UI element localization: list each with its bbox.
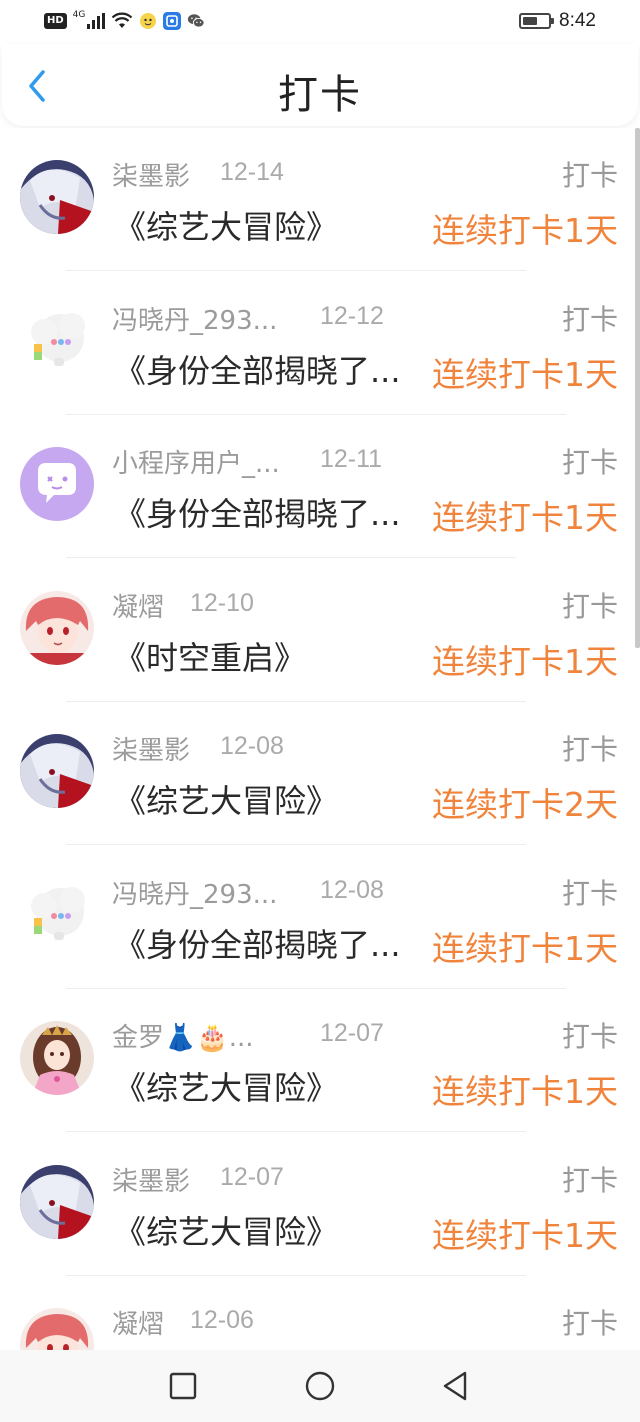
- status-left: HD 4G: [44, 10, 205, 32]
- list-item[interactable]: 凝熠 12-10 打卡《时空重启》 连续打卡1天: [0, 559, 640, 703]
- signal-icon: [87, 13, 106, 29]
- list-item[interactable]: 冯晓丹_293... 12-08 打卡《身份全部揭晓了... 连续打卡1天: [0, 846, 640, 990]
- avatar-cloud[interactable]: [20, 877, 94, 952]
- item-date: 12-08: [320, 875, 384, 904]
- avatar-red-hair[interactable]: [20, 590, 94, 665]
- header: 打卡: [2, 44, 638, 126]
- checkin-tag: 打卡: [561, 159, 618, 192]
- item-date: 12-14: [220, 158, 284, 186]
- recent-apps-button[interactable]: [165, 1368, 201, 1404]
- checkin-tag: 打卡: [561, 1307, 618, 1340]
- list-item[interactable]: 柒墨影 12-14 打卡《综艺大冒险》 连续打卡1天: [0, 128, 640, 272]
- recent-apps-icon: [169, 1372, 197, 1400]
- page-title: 打卡: [278, 72, 362, 118]
- item-date: 12-12: [320, 301, 384, 330]
- clock: 8:42: [559, 10, 596, 31]
- battery-level: [523, 17, 538, 25]
- system-nav-bar: [0, 1350, 640, 1422]
- streak-label: 连续打卡1天: [432, 1072, 618, 1111]
- status-right: 8:42: [519, 10, 596, 32]
- notification-app-icon: [140, 13, 157, 29]
- item-date: 12-07: [220, 1162, 284, 1191]
- streak-label: 连续打卡1天: [432, 928, 618, 968]
- streak-label: 连续打卡1天: [432, 498, 618, 537]
- checkin-tag: 打卡: [561, 733, 618, 766]
- back-triangle-icon: [443, 1371, 467, 1401]
- user-name[interactable]: 凝熠: [112, 1304, 164, 1341]
- book-title[interactable]: 《综艺大冒险》: [114, 1207, 338, 1253]
- list-item[interactable]: 柒墨影 12-08 打卡《综艺大冒险》 连续打卡2天: [0, 702, 640, 846]
- back-nav-button[interactable]: [437, 1368, 473, 1404]
- list-item[interactable]: 柒墨影 12-07 打卡《综艺大冒险》 连续打卡1天: [0, 1133, 640, 1277]
- list-item[interactable]: 金罗👗🎂... 12-07 打卡《综艺大冒险》 连续打卡1天: [0, 989, 640, 1133]
- streak-label: 连续打卡1天: [432, 354, 618, 394]
- user-name[interactable]: 柒墨影: [112, 730, 190, 767]
- status-bar: HD 4G 8:42: [0, 0, 640, 44]
- battery-icon: [519, 13, 555, 29]
- wifi-icon: [112, 12, 133, 28]
- list-item[interactable]: 凝熠 12-06 打卡: [0, 1276, 640, 1350]
- book-title[interactable]: 《综艺大冒险》: [114, 202, 338, 248]
- screen: HD 4G 8:42 打卡 柒墨影 12-14 打卡 《综艺大冒险》 连续打卡1…: [0, 0, 640, 1422]
- avatar-chat-bubble[interactable]: [20, 447, 94, 521]
- list-item[interactable]: 冯晓丹_293... 12-12 打卡《身份全部揭晓了... 连续打卡1天: [0, 272, 640, 416]
- scrollbar[interactable]: [635, 128, 640, 648]
- checkin-tag: 打卡: [561, 302, 618, 336]
- home-button[interactable]: [302, 1368, 338, 1404]
- checkin-tag: 打卡: [561, 1020, 618, 1053]
- checkin-tag: 打卡: [561, 876, 618, 910]
- home-icon: [305, 1371, 335, 1401]
- avatar-dark-hair[interactable]: [20, 734, 94, 808]
- hd-badge: HD: [44, 13, 67, 29]
- streak-label: 连续打卡2天: [432, 785, 618, 824]
- item-date: 12-06: [190, 1306, 254, 1334]
- user-name[interactable]: 小程序用户_...: [112, 443, 280, 480]
- book-title[interactable]: 《身份全部揭晓了...: [114, 489, 401, 535]
- checkin-tag: 打卡: [561, 446, 618, 479]
- user-name[interactable]: 冯晓丹_293...: [112, 300, 277, 337]
- streak-label: 连续打卡1天: [432, 211, 618, 250]
- user-name[interactable]: 冯晓丹_293...: [112, 874, 277, 911]
- streak-label: 连续打卡1天: [432, 641, 618, 681]
- book-title[interactable]: 《综艺大冒险》: [114, 776, 338, 822]
- item-date: 12-11: [320, 445, 383, 473]
- user-name[interactable]: 柒墨影: [112, 1161, 190, 1198]
- user-name[interactable]: 凝熠: [112, 587, 164, 624]
- avatar-cloud[interactable]: [20, 303, 94, 378]
- alipay-icon: [163, 12, 182, 30]
- item-date: 12-10: [190, 588, 254, 617]
- streak-label: 连续打卡1天: [432, 1215, 618, 1255]
- list-item[interactable]: 小程序用户_... 12-11 打卡《身份全部揭晓了... 连续打卡1天: [0, 415, 640, 559]
- user-name[interactable]: 柒墨影: [112, 156, 190, 193]
- item-date: 12-08: [220, 732, 284, 760]
- checkin-tag: 打卡: [561, 1163, 618, 1197]
- wechat-icon: [188, 14, 205, 28]
- avatar-princess[interactable]: [20, 1021, 94, 1095]
- checkin-list[interactable]: 柒墨影 12-14 打卡 《综艺大冒险》 连续打卡1天 冯晓丹_293... 12-12 打卡…: [0, 128, 640, 1350]
- item-date: 12-07: [320, 1019, 384, 1047]
- user-name[interactable]: 金罗👗🎂...: [112, 1017, 254, 1054]
- book-title[interactable]: 《时空重启》: [114, 633, 306, 679]
- avatar-dark-hair[interactable]: [20, 160, 94, 234]
- book-title[interactable]: 《身份全部揭晓了...: [114, 920, 401, 966]
- book-title[interactable]: 《身份全部揭晓了...: [114, 346, 401, 392]
- network-type: 4G: [72, 10, 86, 20]
- book-title[interactable]: 《综艺大冒险》: [114, 1063, 338, 1109]
- avatar-red-hair[interactable]: [20, 1308, 94, 1350]
- avatar-dark-hair[interactable]: [20, 1164, 94, 1239]
- checkin-tag: 打卡: [561, 589, 618, 623]
